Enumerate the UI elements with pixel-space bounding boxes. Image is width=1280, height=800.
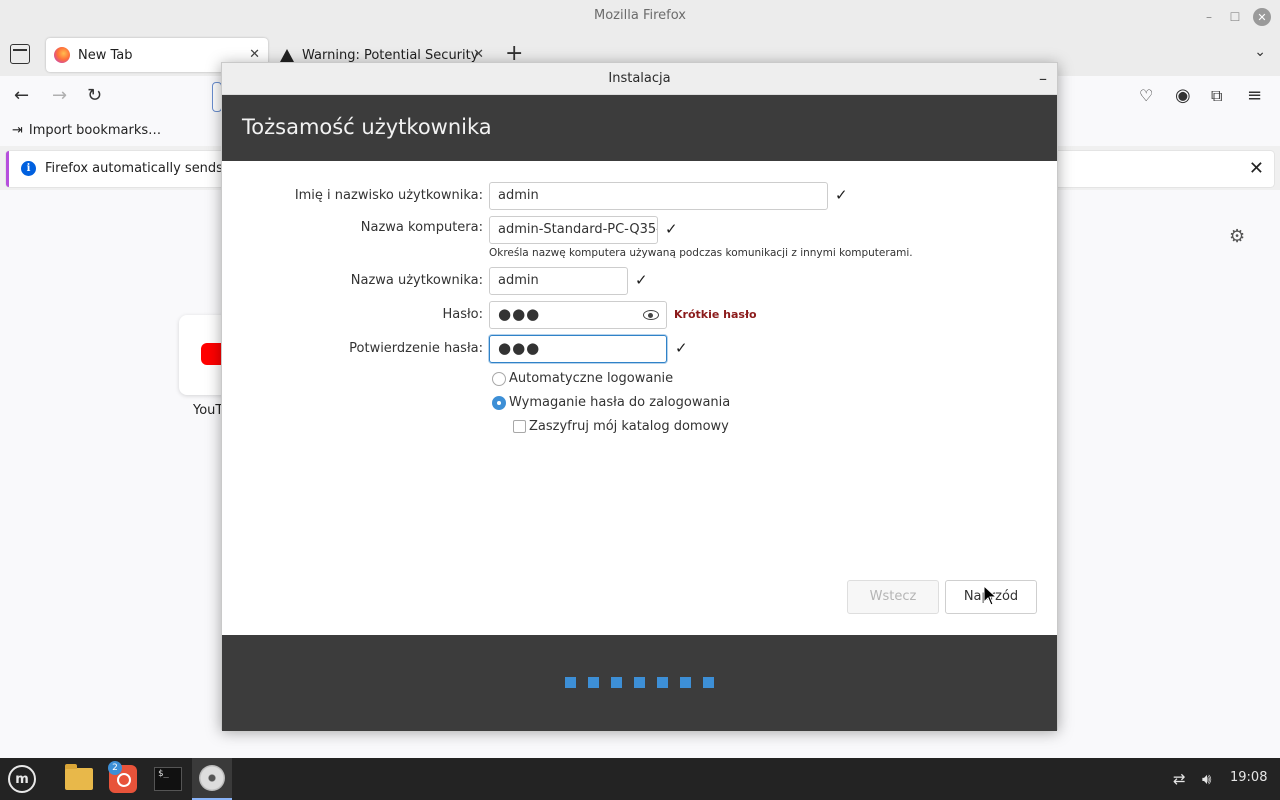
chevron-down-icon[interactable]: ⌄: [1254, 44, 1266, 60]
minimize-icon[interactable]: –: [1200, 8, 1218, 26]
info-icon: i: [21, 161, 36, 176]
eye-icon[interactable]: [643, 310, 659, 320]
terminal-launcher[interactable]: $_: [148, 758, 188, 800]
progress-step: [680, 677, 691, 688]
clock[interactable]: 19:08: [1230, 770, 1267, 785]
require-password-label[interactable]: Wymaganie hasła do zalogowania: [509, 395, 730, 410]
pocket-icon[interactable]: ♡: [1139, 86, 1153, 106]
arrow-right-icon[interactable]: →: [52, 86, 67, 106]
import-icon: ⇥: [12, 123, 23, 138]
update-count-badge: 2: [108, 761, 122, 775]
notification-text: Firefox automatically sends so: [45, 161, 242, 176]
puzzle-icon[interactable]: ⧉: [1211, 86, 1222, 106]
computer-name-label: Nazwa komputera:: [360, 220, 483, 235]
firefox-titlebar: Mozilla Firefox – ☐ ✕: [0, 0, 1280, 34]
volume-icon[interactable]: 🔊︎: [1202, 770, 1211, 788]
progress-step: [634, 677, 645, 688]
folder-icon: [65, 764, 93, 790]
auto-login-radio[interactable]: [492, 372, 506, 386]
reload-icon[interactable]: ↻: [87, 86, 102, 106]
close-notification-icon[interactable]: ✕: [1249, 158, 1264, 179]
disc-icon: [199, 765, 225, 791]
warning-icon: [280, 48, 294, 62]
full-name-label: Imię i nazwisko użytkownika:: [294, 188, 483, 203]
terminal-icon: $_: [154, 767, 182, 791]
require-password-radio[interactable]: [492, 396, 506, 410]
computer-name-hint: Określa nazwę komputera używaną podczas …: [489, 247, 913, 259]
check-icon: ✓: [675, 339, 688, 357]
import-bookmarks-link[interactable]: ⇥ Import bookmarks…: [12, 123, 161, 138]
short-password-warning: Krótkie hasło: [674, 308, 757, 321]
installer-window-title: Instalacja: [608, 71, 671, 86]
installer-footer: [222, 635, 1057, 731]
linux-mint-icon: m: [8, 765, 36, 793]
full-name-field[interactable]: admin: [489, 182, 828, 210]
progress-step: [657, 677, 668, 688]
check-icon: ✓: [635, 271, 648, 289]
password-label: Hasło:: [442, 307, 483, 322]
firefox-icon: [54, 47, 70, 63]
tab-label: New Tab: [78, 47, 133, 63]
encrypt-home-checkbox[interactable]: [513, 420, 526, 433]
import-bookmarks-label: Import bookmarks…: [28, 123, 162, 138]
progress-step: [611, 677, 622, 688]
installer-titlebar: Instalacja –: [222, 63, 1057, 95]
tab-label: Warning: Potential Security: [302, 47, 479, 63]
maximize-icon[interactable]: ☐: [1226, 8, 1244, 26]
page-title: Tożsamość użytkownika: [242, 115, 492, 139]
minimize-icon[interactable]: –: [1039, 69, 1047, 88]
progress-step: [565, 677, 576, 688]
hamburger-icon[interactable]: ≡: [1247, 86, 1262, 106]
firefox-window-title: Mozilla Firefox: [594, 8, 686, 23]
progress-step: [588, 677, 599, 688]
installer-taskbar-item[interactable]: [192, 758, 232, 800]
username-field[interactable]: admin: [489, 267, 628, 295]
encrypt-home-label[interactable]: Zaszyfruj mój katalog domowy: [529, 419, 729, 434]
username-label: Nazwa użytkownika:: [350, 273, 483, 288]
close-tab-icon[interactable]: ✕: [473, 47, 484, 62]
check-icon: ✓: [665, 220, 678, 238]
progress-indicator: [565, 677, 714, 688]
files-launcher[interactable]: [59, 758, 99, 800]
confirm-password-label: Potwierdzenie hasła:: [349, 341, 483, 356]
taskbar: m 2 $_ ⇄ 🔊︎ 19:08: [0, 758, 1280, 800]
confirm-password-field[interactable]: ●●●: [489, 335, 667, 363]
computer-name-field[interactable]: admin-Standard-PC-Q35-: [489, 216, 658, 244]
installer-dialog: Instalacja – Tożsamość użytkownika Imię …: [221, 62, 1058, 731]
mint-menu-button[interactable]: m: [2, 758, 42, 800]
auto-login-label[interactable]: Automatyczne logowanie: [509, 371, 673, 386]
close-window-icon[interactable]: ✕: [1253, 8, 1271, 26]
gear-icon[interactable]: ⚙: [1229, 226, 1245, 247]
tab-list-icon[interactable]: [10, 44, 30, 64]
account-icon[interactable]: ◉: [1175, 86, 1191, 106]
check-icon: ✓: [835, 186, 848, 204]
network-icon[interactable]: ⇄: [1173, 770, 1186, 788]
shortcut-tile-label: YouT: [193, 403, 224, 418]
close-tab-icon[interactable]: ✕: [249, 47, 260, 62]
progress-step: [703, 677, 714, 688]
password-field[interactable]: ●●●: [489, 301, 667, 329]
back-button[interactable]: Wstecz: [847, 580, 939, 614]
installer-header: Tożsamość użytkownika: [222, 95, 1057, 161]
arrow-left-icon[interactable]: ←: [14, 86, 29, 106]
